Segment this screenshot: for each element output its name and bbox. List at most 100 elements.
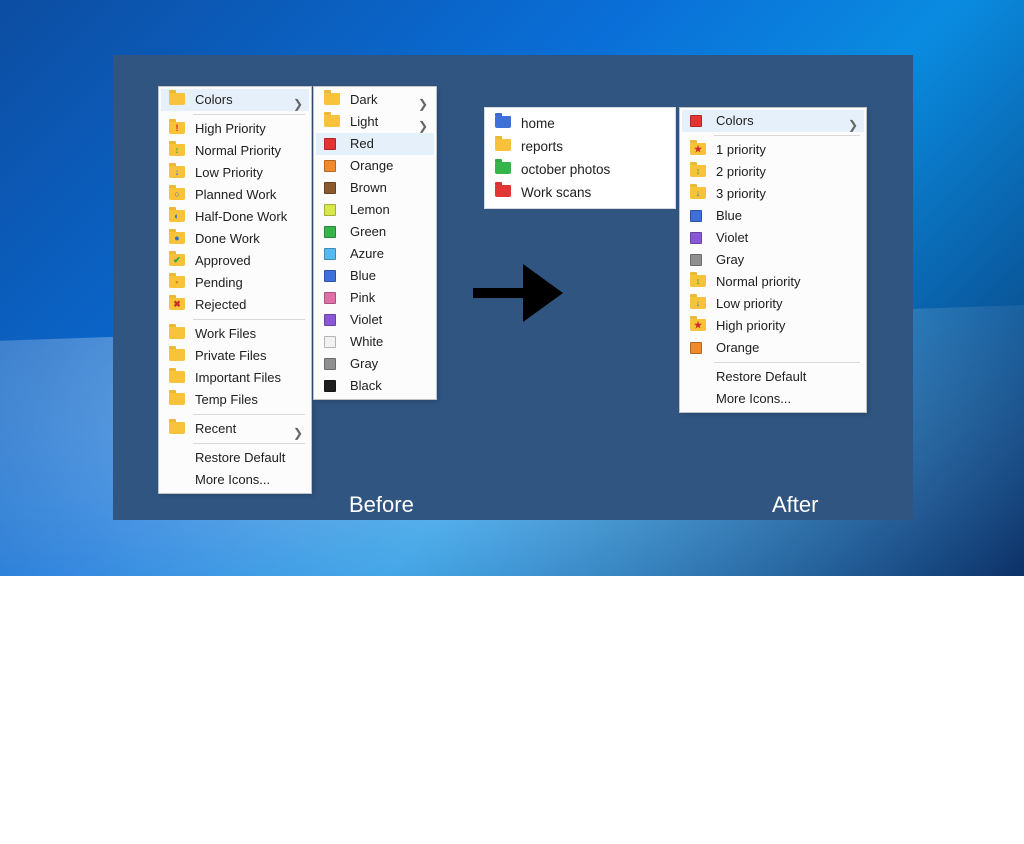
folder-icon: ↕ (169, 144, 185, 156)
folder-name-label: reports (521, 139, 563, 154)
menu-item-label: Black (350, 378, 382, 393)
before.main-item[interactable]: Work Files (161, 323, 309, 345)
folder-mark-icon: ↕ (173, 146, 181, 154)
after.menu-item[interactable]: More Icons... (682, 388, 864, 410)
before.main-item[interactable]: Temp Files (161, 389, 309, 411)
before.main-item[interactable]: More Icons... (161, 469, 309, 491)
after-menu: Colors❯★1 priority↕2 priority↓3 priority… (679, 107, 867, 413)
before.main-item[interactable]: •Pending (161, 272, 309, 294)
folder-list-item[interactable]: home (487, 112, 673, 135)
after.menu-item[interactable]: ★1 priority (682, 139, 864, 161)
folder-name-label: Work scans (521, 185, 591, 200)
chevron-right-icon: ❯ (848, 114, 858, 136)
folder-icon: ! (169, 122, 185, 134)
color-swatch-icon (324, 336, 336, 348)
menu-item-label: Low priority (716, 296, 782, 311)
after.menu-item[interactable]: Colors❯ (682, 110, 864, 132)
after.menu-item[interactable]: Gray (682, 249, 864, 271)
before.main-item[interactable]: Recent❯ (161, 418, 309, 440)
menu-item-label: Orange (716, 340, 759, 355)
color-swatch-icon (324, 270, 336, 282)
menu-item-label: Planned Work (195, 187, 276, 202)
folder-icon (169, 393, 185, 405)
before.submenu-item[interactable]: Red (316, 133, 434, 155)
menu-item-label: High Priority (195, 121, 266, 136)
menu-item-label: Green (350, 224, 386, 239)
after.menu-item[interactable]: Violet (682, 227, 864, 249)
before.submenu-item[interactable]: Lemon (316, 199, 434, 221)
folder-icon (495, 139, 511, 151)
before.submenu-item[interactable]: Gray (316, 353, 434, 375)
folder-name-label: october photos (521, 162, 610, 177)
color-swatch-icon (324, 160, 336, 172)
before.main-item[interactable]: ↓Low Priority (161, 162, 309, 184)
after.menu-item[interactable]: ↓Low priority (682, 293, 864, 315)
after.menu-item[interactable]: Orange (682, 337, 864, 359)
before-colors-submenu: Dark❯Light❯ Red OrangeBrownLemon Green Azure… (313, 86, 437, 400)
color-swatch-icon (324, 292, 336, 304)
before.submenu-item[interactable]: Light❯ (316, 111, 434, 133)
before.submenu-item[interactable]: Dark❯ (316, 89, 434, 111)
folder-icon: ↓ (690, 187, 706, 199)
before.main-item[interactable]: Colors❯ (161, 89, 309, 111)
folder-list-item[interactable]: reports (487, 135, 673, 158)
before.submenu-item[interactable]: Blue (316, 265, 434, 287)
before.main-item[interactable]: Important Files (161, 367, 309, 389)
before.submenu-item[interactable]: Orange (316, 155, 434, 177)
folder-icon: ★ (690, 319, 706, 331)
menu-separator (193, 114, 305, 115)
before.main-item[interactable]: ✖Rejected (161, 294, 309, 316)
before.main-item[interactable]: ! High Priority (161, 118, 309, 140)
menu-item-label: Violet (716, 230, 748, 245)
color-swatch-icon (324, 248, 336, 260)
menu-item-label: 3 priority (716, 186, 766, 201)
before.main-item[interactable]: ○Planned Work (161, 184, 309, 206)
before.submenu-item[interactable]: Pink (316, 287, 434, 309)
folder-mark-icon: ↕ (694, 167, 702, 175)
before.main-item[interactable]: Private Files (161, 345, 309, 367)
folder-list-item[interactable]: Work scans (487, 181, 673, 204)
before.main-item[interactable]: ↕Normal Priority (161, 140, 309, 162)
after.menu-item[interactable]: Blue (682, 205, 864, 227)
folder-icon (169, 327, 185, 339)
menu-separator (714, 362, 860, 363)
menu-item-label: Important Files (195, 370, 281, 385)
menu-item-label: Recent (195, 421, 236, 436)
before.main-item[interactable]: ● Done Work (161, 228, 309, 250)
after.menu-item[interactable]: ↕2 priority (682, 161, 864, 183)
folder-icon (324, 115, 340, 127)
before.submenu-item[interactable]: Azure (316, 243, 434, 265)
folder-icon (495, 185, 511, 197)
folder-list-item[interactable]: october photos (487, 158, 673, 181)
folder-icon (169, 422, 185, 434)
menu-item-label: More Icons... (195, 472, 270, 487)
color-swatch-icon (324, 314, 336, 326)
menu-separator (714, 135, 860, 136)
menu-item-label: Done Work (195, 231, 260, 246)
after.menu-item[interactable]: ↕Normal priority (682, 271, 864, 293)
before.main-item[interactable]: ◐Half-Done Work (161, 206, 309, 228)
menu-separator (193, 319, 305, 320)
menu-item-label: Restore Default (716, 369, 806, 384)
before.main-item[interactable]: Restore Default (161, 447, 309, 469)
before.submenu-item[interactable]: Violet (316, 309, 434, 331)
before.submenu-item[interactable]: White (316, 331, 434, 353)
before.main-item[interactable]: ✔Approved (161, 250, 309, 272)
before.submenu-item[interactable]: Brown (316, 177, 434, 199)
before.submenu-item[interactable]: Black (316, 375, 434, 397)
folder-mark-icon: ● (173, 234, 181, 242)
after.menu-item[interactable]: ↓ 3 priority (682, 183, 864, 205)
after.menu-item[interactable]: Restore Default (682, 366, 864, 388)
folder-name-label: home (521, 116, 555, 131)
before-main-menu: Colors❯!High Priority↕Normal Priority↓Lo… (158, 86, 312, 494)
menu-item-label: Half-Done Work (195, 209, 287, 224)
after.menu-item[interactable]: ★ High priority (682, 315, 864, 337)
folder-mark-icon: ✖ (173, 300, 181, 308)
before.submenu-item[interactable]: Green (316, 221, 434, 243)
menu-item-label: Colors (716, 113, 754, 128)
menu-item-label: Colors (195, 92, 233, 107)
chevron-right-icon: ❯ (293, 93, 303, 115)
menu-item-label: High priority (716, 318, 785, 333)
menu-item-label: Red (350, 136, 374, 151)
folder-mark-icon: ★ (694, 145, 702, 153)
